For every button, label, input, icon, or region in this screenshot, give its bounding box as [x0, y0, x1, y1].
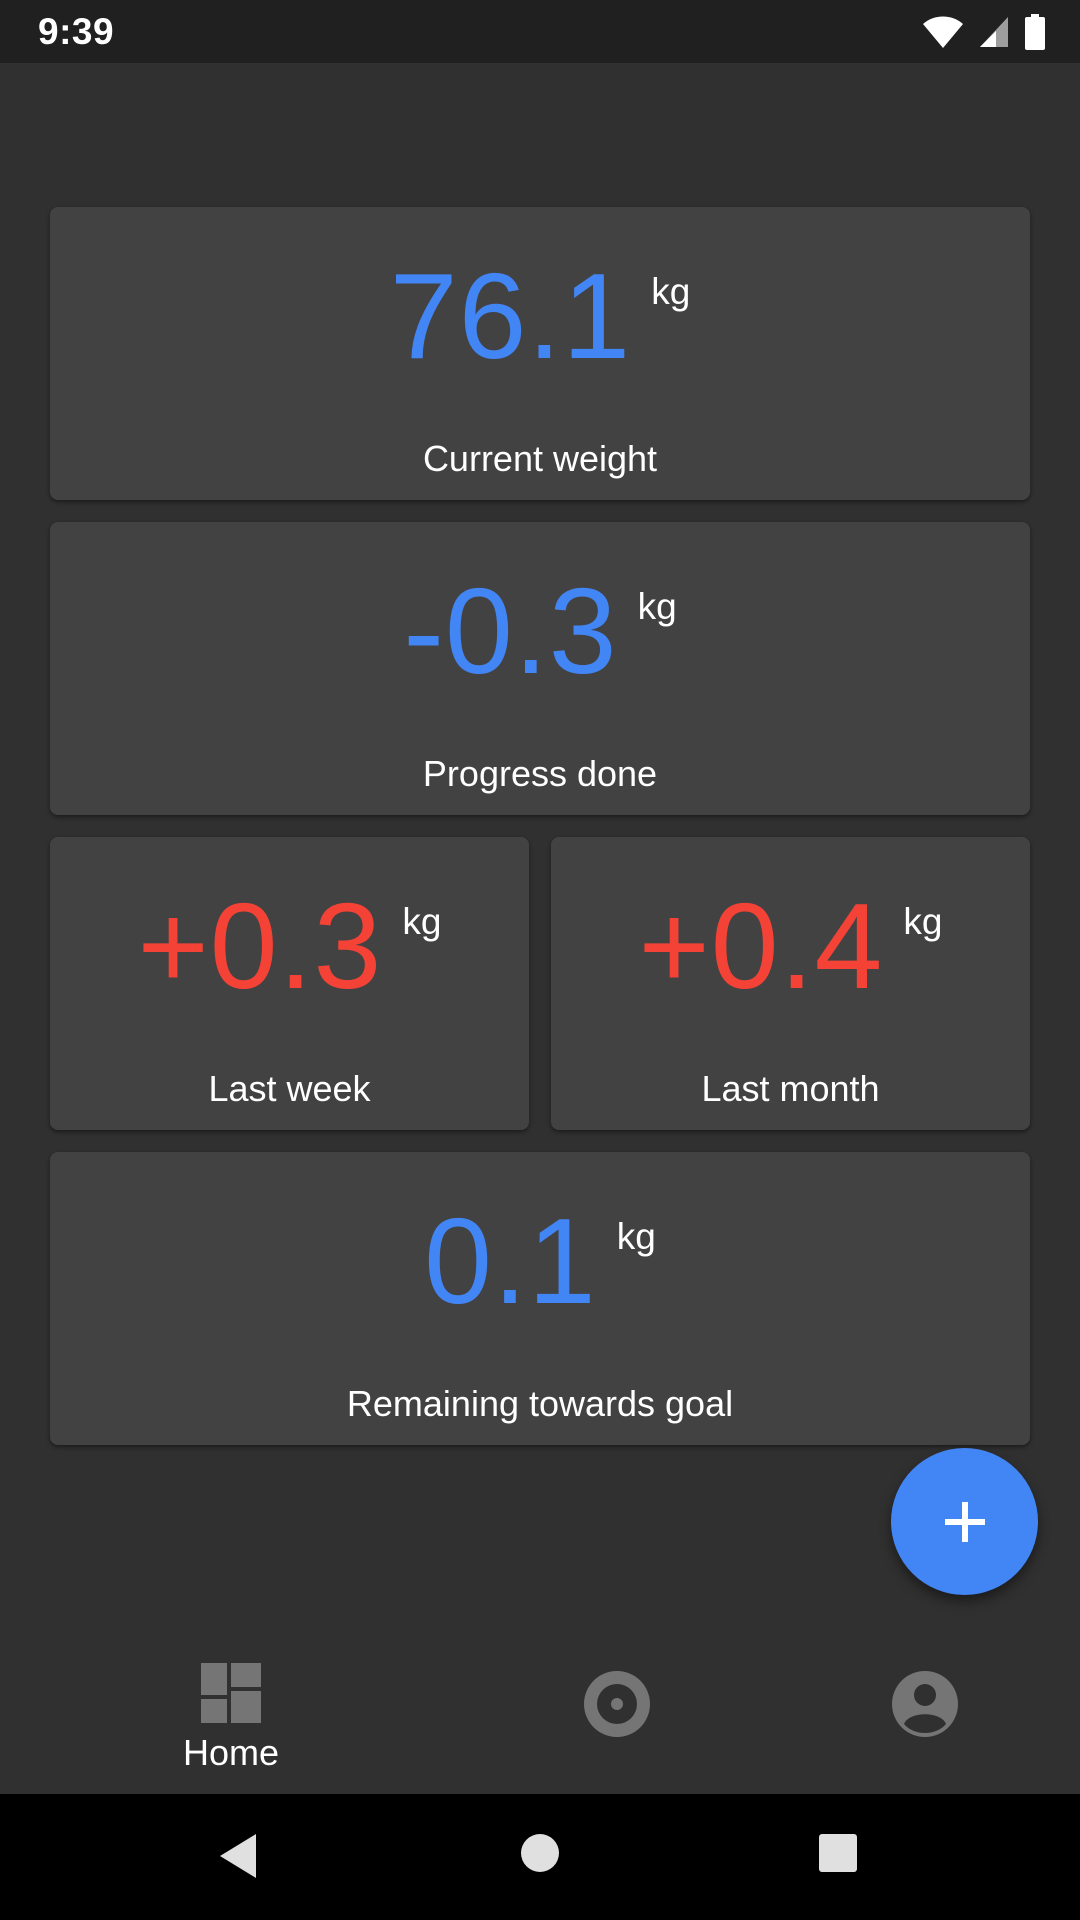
last-week-label: Last week — [208, 1068, 371, 1109]
progress-done-label: Progress done — [422, 753, 658, 794]
last-month-label: Last month — [701, 1068, 880, 1109]
app-screen: 9:39 76.1 kg Current weight -0.3 kg Prog… — [0, 0, 1080, 1920]
home-icon[interactable] — [520, 1833, 560, 1873]
account-circle-icon — [892, 1671, 958, 1737]
last-month-value: +0.4 — [638, 878, 884, 1014]
status-time: 9:39 — [38, 10, 115, 52]
remaining-goal-card: 0.1 kg Remaining towards goal — [50, 1152, 1030, 1445]
system-navigation-bar — [0, 1794, 1080, 1920]
battery-icon — [1025, 13, 1045, 50]
progress-done-card: -0.3 kg Progress done — [50, 522, 1030, 815]
plus-icon — [944, 1501, 985, 1542]
remaining-goal-label: Remaining towards goal — [346, 1383, 734, 1424]
back-icon[interactable] — [218, 1833, 258, 1879]
remaining-goal-value: 0.1 — [424, 1193, 597, 1329]
last-week-value: +0.3 — [137, 878, 383, 1014]
recents-icon[interactable] — [818, 1833, 858, 1873]
last-month-unit: kg — [903, 901, 943, 942]
cellular-signal-icon — [980, 16, 1008, 47]
current-weight-unit: kg — [651, 271, 691, 312]
last-week-card: +0.3 kg Last week — [50, 837, 529, 1130]
remaining-goal-unit: kg — [616, 1216, 656, 1257]
dashboard-icon — [201, 1663, 261, 1723]
status-icons — [922, 13, 1046, 50]
nav-item-profile[interactable] — [805, 1640, 1045, 1794]
status-bar: 9:39 — [0, 0, 1080, 63]
nav-item-home-label: Home — [182, 1732, 280, 1773]
nav-item-goal[interactable] — [497, 1640, 737, 1794]
current-weight-value: 76.1 — [389, 248, 632, 384]
last-month-card: +0.4 kg Last month — [551, 837, 1030, 1130]
last-week-unit: kg — [402, 901, 442, 942]
progress-done-unit: kg — [637, 586, 677, 627]
current-weight-card: 76.1 kg Current weight — [50, 207, 1030, 500]
current-weight-label: Current weight — [422, 438, 658, 479]
add-weight-button[interactable] — [891, 1448, 1038, 1595]
wifi-icon — [923, 16, 963, 48]
progress-done-value: -0.3 — [403, 563, 618, 699]
nav-item-home[interactable]: Home — [111, 1640, 351, 1794]
bottom-navigation: Home — [0, 1640, 1080, 1794]
target-icon — [584, 1671, 650, 1737]
